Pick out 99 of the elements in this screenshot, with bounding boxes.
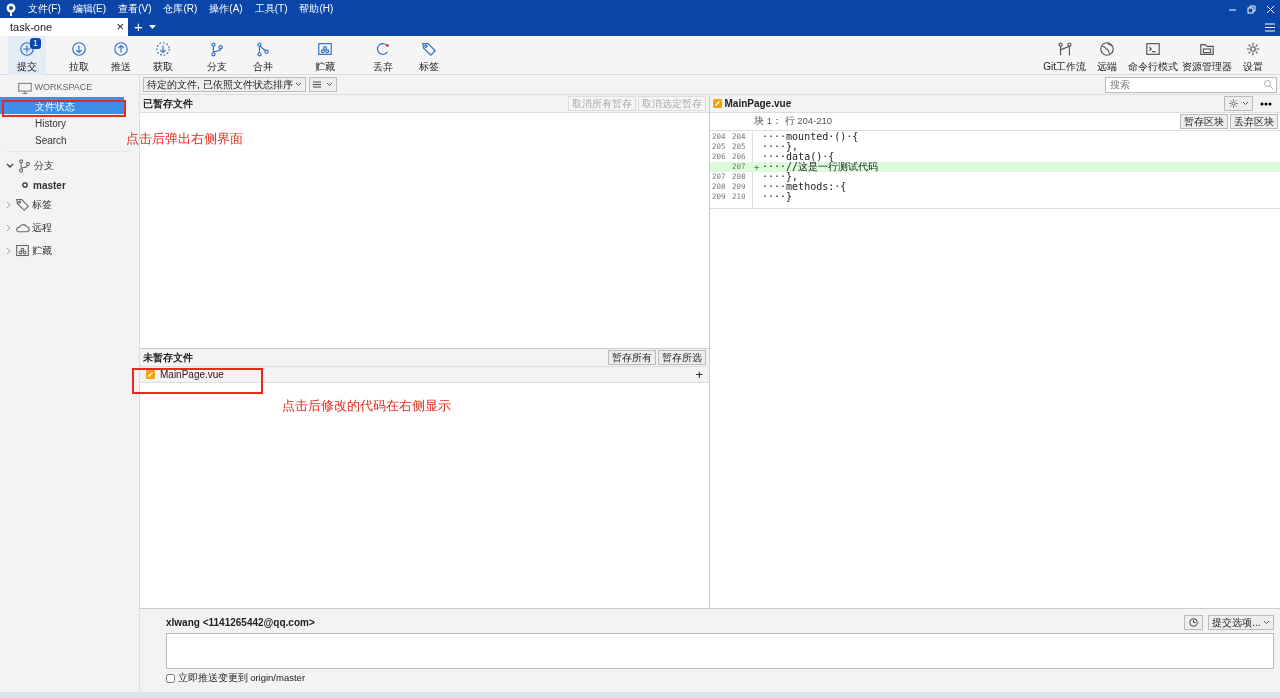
toolbar-button[interactable]: 标签 <box>410 36 448 75</box>
chevron-down-icon <box>6 162 14 169</box>
pane-title: 未暂存文件 <box>143 351 194 365</box>
push-checkbox[interactable] <box>166 673 175 683</box>
caret-icon <box>325 82 333 87</box>
view-options-dropdown[interactable] <box>308 77 337 92</box>
toolbar-button[interactable]: 分支 <box>198 36 236 75</box>
menu-item[interactable]: 文件(F) <box>22 0 67 18</box>
caret-icon[interactable] <box>148 25 156 29</box>
terminal-icon <box>1145 41 1161 57</box>
stage-file-icon[interactable]: + <box>695 364 703 385</box>
toolbar-button[interactable]: Git工作流 <box>1041 36 1088 75</box>
tag-icon <box>14 197 30 212</box>
settings-dropdown[interactable] <box>1224 96 1253 111</box>
code-line: ····//这是一行测试代码 <box>762 162 879 172</box>
monitor-icon <box>18 81 32 95</box>
pane-title: 已暂存文件 <box>143 97 194 111</box>
push-icon <box>113 41 129 57</box>
fetch-icon <box>155 41 171 57</box>
branch-icon <box>16 158 32 173</box>
close-icon[interactable]: × <box>116 17 124 37</box>
sidebar-group[interactable]: 分支 <box>0 154 60 177</box>
pull-icon <box>71 41 87 57</box>
section-heading: WORKSPACE <box>34 81 93 95</box>
globe-icon <box>1099 41 1115 57</box>
hunk-button[interactable]: 丢弃区块 <box>1230 114 1278 129</box>
hunk-button[interactable]: 暂存区块 <box>1179 114 1228 129</box>
stash-icon <box>14 243 30 258</box>
checkbox-label: 立即推送变更到 origin/master <box>177 671 306 685</box>
file-title: MainPage.vue <box>724 97 793 111</box>
toolbar-button[interactable]: 推送 <box>102 36 140 75</box>
stash-icon <box>317 41 333 57</box>
toolbar-button[interactable]: 拉取 <box>60 36 98 75</box>
sidebar-group[interactable]: 标签 <box>0 193 58 216</box>
chevron-right-icon <box>6 246 12 255</box>
discard-icon <box>375 41 391 57</box>
caret-icon <box>295 82 303 87</box>
code-line: ····} <box>762 192 793 202</box>
caret-icon <box>1263 620 1270 625</box>
restore-icon[interactable] <box>1247 4 1256 14</box>
modified-file-icon <box>713 99 722 108</box>
code-line: ····}, <box>762 142 799 152</box>
git-flow-icon <box>1056 41 1073 57</box>
code-line: ····methods:·{ <box>762 182 847 192</box>
code-line: ····}, <box>762 172 799 182</box>
new-tab-button[interactable]: + <box>128 18 149 36</box>
merge-icon <box>255 41 271 57</box>
branch-icon <box>209 41 225 57</box>
menu-item[interactable]: 编辑(E) <box>66 0 113 18</box>
author-label: xlwang <1141265442@qq.com> <box>166 616 316 630</box>
caret-icon <box>1241 101 1249 106</box>
toolbar-button[interactable]: 提交 1 <box>8 36 46 75</box>
menu-item[interactable]: 查看(V) <box>112 0 158 18</box>
toolbar-button[interactable]: 贮藏 <box>306 36 344 75</box>
annotation-text: 点击后弹出右侧界面 <box>126 130 243 148</box>
clock-icon <box>1189 618 1199 627</box>
commit-message-field[interactable] <box>166 632 1274 669</box>
toolbar-button[interactable]: 命令行模式 <box>1126 36 1180 75</box>
commit-options-dropdown[interactable]: 提交选项... <box>1208 615 1274 630</box>
toolbar-button[interactable]: 丢弃 <box>364 36 402 75</box>
added-line-sign: + <box>754 162 761 172</box>
code-line: ····mounted·()·{ <box>762 132 859 142</box>
commit-icon <box>19 41 35 57</box>
toolbar-button[interactable]: 资源管理器 <box>1180 36 1234 75</box>
menu-item[interactable]: 操作(A) <box>203 0 249 18</box>
menu-item[interactable]: 帮助(H) <box>293 0 340 18</box>
code-line: ····data()·{ <box>762 152 835 162</box>
modified-file-icon <box>146 370 155 379</box>
menu-item[interactable]: 工具(T) <box>248 0 294 18</box>
branch-item[interactable]: master <box>0 177 72 193</box>
chevron-right-icon <box>6 200 12 209</box>
toolbar-button[interactable]: 合并 <box>244 36 282 75</box>
count-badge: 1 <box>30 38 41 49</box>
current-branch-icon <box>22 182 28 188</box>
folder-icon <box>1199 41 1215 57</box>
chevron-right-icon <box>6 223 12 232</box>
menu-item[interactable]: 仓库(R) <box>157 0 204 18</box>
sidebar-item[interactable]: Search <box>0 131 116 148</box>
annotation-text: 点击后修改的代码在右侧显示 <box>282 397 451 415</box>
toolbar-button[interactable]: 获取 <box>144 36 182 75</box>
close-icon[interactable] <box>1266 4 1275 14</box>
action-button[interactable]: 暂存所选 <box>658 350 706 365</box>
tag-icon <box>421 41 437 57</box>
filter-dropdown[interactable]: 待定的文件, 已依照文件状态排序 <box>143 77 307 92</box>
sidebar-group[interactable]: 贮藏 <box>0 239 58 262</box>
file-row[interactable]: MainPage.vue + <box>140 367 709 383</box>
toolbar-button[interactable]: 设置 <box>1234 36 1272 75</box>
history-button[interactable] <box>1184 615 1204 630</box>
settings-icon <box>1245 41 1261 57</box>
toolbar-button[interactable]: 远端 <box>1088 36 1126 75</box>
action-button[interactable]: 暂存所有 <box>607 350 656 365</box>
more-icon[interactable] <box>1260 101 1272 106</box>
hunk-header: 块 1： 行 204-210 <box>754 114 834 129</box>
settings-icon <box>1228 98 1239 109</box>
repo-tab[interactable]: task-one × <box>0 18 128 36</box>
sidebar-item[interactable]: History <box>0 114 116 131</box>
menu-icon[interactable] <box>1265 22 1275 32</box>
sidebar-group[interactable]: 远程 <box>0 216 58 239</box>
list-icon <box>312 81 321 88</box>
